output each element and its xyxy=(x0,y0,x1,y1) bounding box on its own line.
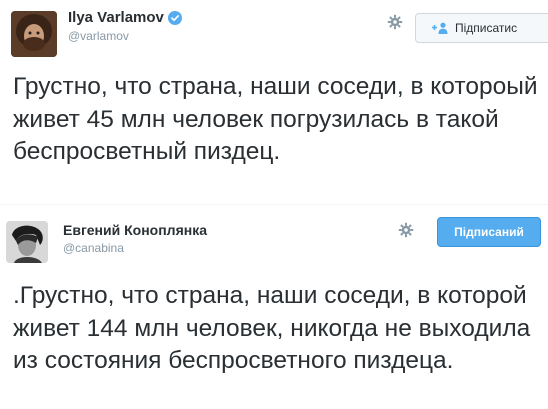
avatar[interactable] xyxy=(6,221,48,263)
gear-icon[interactable] xyxy=(398,222,414,238)
display-name[interactable]: Евгений Коноплянка xyxy=(63,221,207,239)
tweet-card: Евгений Коноплянка @canabina Підписаний … xyxy=(0,205,548,409)
follow-button[interactable]: Підписатис xyxy=(415,13,548,43)
tweet-text: Грустно, что страна, наши соседи, в кото… xyxy=(13,73,545,165)
verified-badge-icon xyxy=(167,11,182,25)
following-button-label: Підписаний xyxy=(454,225,524,239)
user-info: Ilya Varlamov @varlamov xyxy=(68,9,182,44)
gear-icon[interactable] xyxy=(387,14,403,30)
display-name[interactable]: Ilya Varlamov xyxy=(68,9,182,27)
tweet-text: .Грустно, что страна, наши соседи, в кот… xyxy=(13,282,538,374)
user-handle[interactable]: @canabina xyxy=(63,240,207,256)
user-handle[interactable]: @varlamov xyxy=(68,28,182,44)
tweet-card: Ilya Varlamov @varlamov Підписатис Груст… xyxy=(0,0,548,205)
user-info: Евгений Коноплянка @canabina xyxy=(63,221,207,256)
following-button[interactable]: Підписаний xyxy=(437,217,541,247)
display-name-text[interactable]: Евгений Коноплянка xyxy=(63,221,207,239)
avatar[interactable] xyxy=(11,11,57,57)
follow-button-label: Підписатис xyxy=(455,21,518,35)
add-person-icon xyxy=(431,22,449,34)
display-name-text[interactable]: Ilya Varlamov xyxy=(68,9,164,27)
